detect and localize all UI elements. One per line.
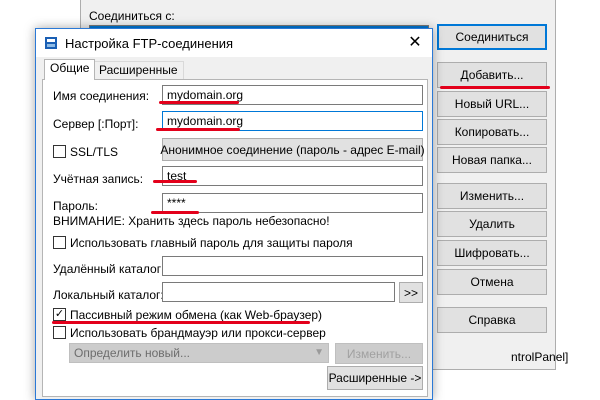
password-label: Пароль:: [53, 199, 98, 213]
delete-button[interactable]: Удалить: [437, 211, 547, 237]
dialog-titlebar[interactable]: Настройка FTP-соединения ✕: [36, 29, 432, 57]
app-icon: [45, 37, 57, 49]
firewall-proxy-label: Использовать брандмауэр или прокси-серве…: [70, 326, 326, 340]
annotation-underline-add: [440, 86, 550, 89]
edit-button[interactable]: Изменить...: [437, 183, 547, 209]
passive-mode-checkbox[interactable]: ✓: [53, 308, 66, 321]
close-icon[interactable]: ✕: [406, 34, 424, 52]
account-label: Учётная запись:: [53, 172, 144, 186]
connection-name-label: Имя соединения:: [53, 89, 150, 103]
passive-mode-label: Пассивный режим обмена (как Web-браузер): [70, 308, 323, 322]
account-input[interactable]: test: [162, 166, 423, 186]
local-dir-input[interactable]: [162, 282, 395, 302]
general-tab-panel: Имя соединения: mydomain.org Сервер [:По…: [42, 79, 428, 397]
ssl-tls-checkbox[interactable]: [53, 145, 66, 158]
new-url-button[interactable]: Новый URL...: [437, 91, 547, 117]
annotation-underline-password: [151, 211, 199, 214]
tab-advanced[interactable]: Расширенные: [93, 61, 184, 79]
encrypt-button[interactable]: Шифровать...: [437, 240, 547, 266]
annotation-underline-account: [153, 180, 197, 183]
cancel-button[interactable]: Отмена: [437, 269, 547, 295]
remote-dir-label: Удалённый каталог:: [53, 262, 165, 276]
password-input[interactable]: ****: [162, 193, 423, 213]
annotation-underline-server: [156, 128, 240, 131]
browse-local-dir-button[interactable]: >>: [399, 282, 423, 303]
add-button[interactable]: Добавить...: [437, 62, 547, 88]
connect-button[interactable]: Соединиться: [437, 24, 547, 50]
master-password-label: Использовать главный пароль для защиты п…: [70, 236, 353, 250]
tab-general[interactable]: Общие: [44, 59, 96, 80]
firewall-proxy-checkbox[interactable]: [53, 326, 66, 339]
remote-dir-input[interactable]: [162, 256, 423, 276]
advanced-settings-button[interactable]: Расширенные ->: [327, 366, 423, 390]
help-button[interactable]: Справка: [437, 307, 547, 333]
password-warning-text: ВНИМАНИЕ: Хранить здесь пароль небезопас…: [53, 214, 330, 228]
firewall-profile-select[interactable]: Определить новый... ▼: [69, 343, 329, 363]
ftp-settings-dialog: Настройка FTP-соединения ✕ Общие Расшире…: [35, 28, 433, 400]
local-dir-label: Локальный каталог:: [53, 288, 164, 302]
copy-button[interactable]: Копировать...: [437, 119, 547, 145]
annotation-underline-connection-name: [159, 101, 239, 104]
firewall-edit-button[interactable]: Изменить...: [335, 343, 423, 364]
chevron-down-icon: ▼: [314, 347, 324, 358]
dialog-title: Настройка FTP-соединения: [65, 36, 234, 51]
connect-to-label: Соединиться с:: [89, 9, 175, 23]
new-folder-button[interactable]: Новая папка...: [437, 147, 547, 173]
firewall-profile-value: Определить новый...: [74, 346, 190, 360]
ssl-tls-label: SSL/TLS: [70, 145, 119, 159]
truncated-path-text: ntrolPanel]: [511, 350, 569, 364]
server-label: Сервер [:Порт]:: [53, 117, 139, 131]
anonymous-connection-button[interactable]: Анонимное соединение (пароль - адрес E-m…: [160, 138, 425, 161]
annotation-underline-passive-mode: [52, 321, 310, 324]
master-password-checkbox[interactable]: [53, 236, 66, 249]
